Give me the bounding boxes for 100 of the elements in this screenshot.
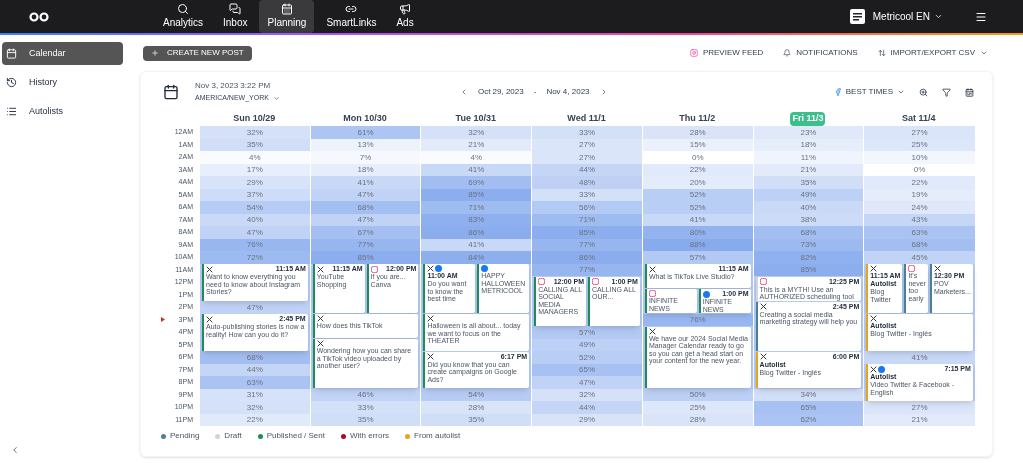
best-time-percent: 40% [246,215,263,225]
menu-icon[interactable] [975,10,987,23]
day-header: Thu 11/2 [678,112,717,126]
facebook-icon [481,265,489,272]
best-time-percent: 44% [579,165,595,175]
best-time-percent: 38% [800,215,817,225]
best-time-percent: 86% [579,252,595,262]
best-time-percent: 63% [911,227,928,237]
sidebar-item[interactable]: Autolists [2,100,123,123]
x-logo-icon [427,265,435,272]
nav-tab[interactable]: Inbox [215,0,256,33]
range-separator: - [533,86,537,98]
legend-label: Draft [224,430,242,442]
bell-icon [783,49,792,57]
best-time-percent: 27% [911,127,928,137]
best-time-percent: 43% [911,215,928,225]
best-time-percent: 15% [689,140,706,150]
best-time-percent: 31% [246,390,263,400]
best-time-percent: 18% [357,165,374,175]
x-logo-icon [759,303,767,310]
best-time-percent: 22% [911,177,928,187]
best-time-percent: 83% [468,215,485,225]
collapse-icon[interactable] [10,445,20,455]
best-time-percent: 49% [579,340,595,350]
best-time-percent: 0% [691,152,704,162]
best-time-percent: 27% [579,152,595,162]
best-time-percent: 4% [249,152,261,162]
best-time-percent: 52% [689,202,706,212]
toolbar-action[interactable]: PREVIEW FEED [689,47,764,59]
day-header: Mon 10/30 [342,112,388,126]
best-time-percent: 85% [579,227,595,237]
best-time-percent: 63% [246,377,263,387]
calendar-view-icon[interactable] [965,87,974,97]
best-time-percent: 44% [579,402,595,412]
best-time-percent: 84% [468,252,485,262]
best-time-percent: 45% [911,252,928,262]
best-time-percent: 56% [579,202,595,212]
instagram-icon [648,290,656,297]
best-time-percent: 41% [911,352,928,362]
facebook-icon [435,265,443,272]
best-time-percent: 82% [800,252,817,262]
legend-label: With errors [349,430,390,442]
sidebar-item[interactable]: Calendar [2,42,123,65]
facebook-icon [833,88,842,96]
x-logo-icon [206,265,213,273]
best-time-percent: 85% [468,190,485,200]
best-time-percent: 86% [468,227,485,237]
best-time-percent: 41% [689,215,706,225]
best-time-percent: 32% [246,402,263,412]
megaphone-icon [399,3,412,15]
chevron-down-icon [980,49,988,57]
best-time-percent: 65% [800,402,817,412]
filter-icon[interactable] [942,87,951,97]
account-menu[interactable]: Metricool EN [872,9,943,24]
nav-tab[interactable]: Analytics [155,0,211,33]
toolbar-action[interactable]: NOTIFICATIONS [783,47,858,59]
nav-tab[interactable]: Planning [259,0,315,33]
best-time-percent: 4% [470,152,483,162]
instagram-icon [689,49,698,57]
history-icon [6,77,17,88]
best-time-percent: 72% [246,252,263,262]
best-time-percent: 88% [689,240,706,250]
nav-tab[interactable]: SmartLinks [318,0,385,33]
sidebar-item[interactable]: History [2,71,123,94]
x-logo-icon [933,265,941,272]
best-time-percent: 13% [357,140,374,150]
best-time-percent: 71% [579,215,595,225]
legend-label: From autolist [414,430,461,442]
x-logo-icon [870,265,878,272]
toolbar-action[interactable]: IMPORT/EXPORT CSV [877,47,988,59]
calendar-icon [163,84,179,100]
x-logo-icon [316,265,324,273]
nav-tab[interactable]: Ads [388,0,422,33]
best-time-percent: 40% [800,202,817,212]
best-time-percent: 25% [689,402,706,412]
best-time-percent: 17% [246,165,263,175]
best-time-percent: 32% [468,127,485,137]
x-logo-icon [870,365,878,373]
best-time-percent: 68% [357,202,374,212]
zoom-icon[interactable] [919,87,928,97]
infinity-logo-icon [28,11,50,22]
create-post-button[interactable]: CREATE NEW POST [143,45,252,61]
range-start: Oct 29, 2023 [477,86,524,98]
best-time-percent: 54% [246,202,263,212]
best-times-select[interactable]: BEST TIMES [833,86,905,98]
best-time-percent: 33% [579,127,595,137]
best-time-percent: 21% [800,165,817,175]
instagram-icon [759,278,767,285]
best-time-percent: 21% [911,415,928,425]
day-header: Tue 10/31 [454,112,497,126]
best-time-percent: 77% [579,240,595,250]
best-time-percent: 11% [800,152,817,162]
range-end: Nov 4, 2023 [546,86,590,98]
best-time-percent: 34% [800,390,817,400]
best-time-percent: 35% [357,415,374,425]
best-time-percent: 29% [246,177,263,187]
legend-label: Pending [170,430,200,442]
best-time-percent: 29% [579,415,595,425]
plus-icon [151,49,159,57]
x-logo-icon [316,340,324,347]
